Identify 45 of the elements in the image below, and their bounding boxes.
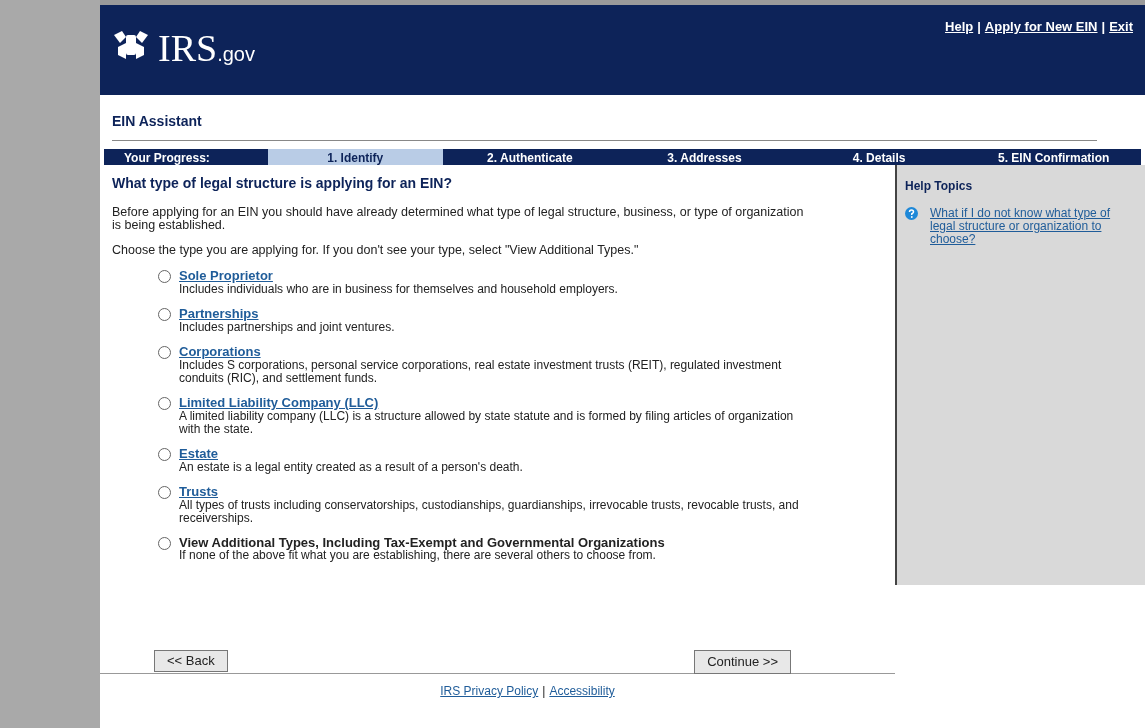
header-link[interactable]: Apply for New EIN [984, 17, 1098, 37]
radio-button[interactable] [158, 537, 171, 550]
help-title: Help Topics [905, 178, 974, 195]
radio-button[interactable] [158, 346, 171, 359]
option-link[interactable]: Corporations [179, 344, 261, 359]
back-button[interactable]: << Back [154, 650, 228, 672]
option-description: Includes S corporations, personal service corporations, real estate investment trusts (REIT), regulated investment conduits (RIC), and settlement funds. [179, 359, 783, 385]
radio-button[interactable] [158, 448, 171, 461]
progress-step: 2. Authenticate [442, 149, 618, 165]
question-heading: What type of legal structure is applying for an EIN? [112, 174, 453, 193]
option-title: View Additional Types, Including Tax-Exempt and Governmental Organizations [179, 536, 665, 549]
link-separator: | [977, 18, 981, 36]
radio-button[interactable] [158, 308, 171, 321]
radio-button[interactable] [158, 486, 171, 499]
progress-step: 1. Identify [268, 149, 443, 165]
header-link[interactable]: Help [945, 17, 974, 37]
radio-button[interactable] [158, 397, 171, 410]
option-link[interactable]: Sole Proprietor [179, 268, 273, 283]
page-title: EIN Assistant [112, 111, 1097, 141]
link-separator: | [1101, 18, 1106, 36]
footer-link[interactable]: IRS Privacy Policy [440, 682, 539, 700]
option-description: A limited liability company (LLC) is a structure allowed by state statute and is formed by filing articles of organization with the state. [179, 410, 795, 436]
progress-step: 5. EIN Confirmation [966, 149, 1141, 165]
progress-step: 3. Addresses [617, 149, 792, 165]
link-separator: | [542, 683, 546, 700]
option-description: An estate is a legal entity created as a result of a person's death. [179, 461, 523, 474]
intro-text: Choose the type you are applying for. If you don't see your type, select "View Additional Types." [112, 244, 640, 257]
option-description: If none of the above fit what you are establishing, there are several others to choose from. [179, 549, 656, 562]
header-link[interactable]: Exit [1109, 17, 1133, 37]
help-icon [905, 207, 918, 220]
option-description: Includes partnerships and joint ventures. [179, 321, 395, 334]
help-topic-link[interactable]: What if I do not know what type of legal structure or organization to choose? [930, 207, 1137, 246]
option-link[interactable]: Partnerships [179, 306, 259, 321]
continue-button[interactable]: Continue >> [694, 650, 791, 674]
footer-link[interactable]: Accessibility [549, 682, 615, 700]
radio-button[interactable] [158, 270, 171, 283]
intro-text: Before applying for an EIN you should have already determined what type of legal structure, business, or type of organization is being established. [112, 206, 805, 232]
progress-label: Your Progress: [123, 150, 211, 165]
option-link[interactable]: Estate [179, 446, 219, 461]
logo-text: IRS.gov [158, 29, 255, 67]
progress-step: 4. Details [791, 149, 967, 165]
option-description: All types of trusts including conservatorships, custodianships, guardianships, irrevocable trusts, revocable trusts, and receiverships. [179, 499, 800, 525]
option-link[interactable]: Limited Liability Company (LLC) [179, 395, 379, 410]
option-description: Includes individuals who are in business for themselves and household employers. [179, 283, 618, 296]
option-link[interactable]: Trusts [179, 484, 218, 499]
